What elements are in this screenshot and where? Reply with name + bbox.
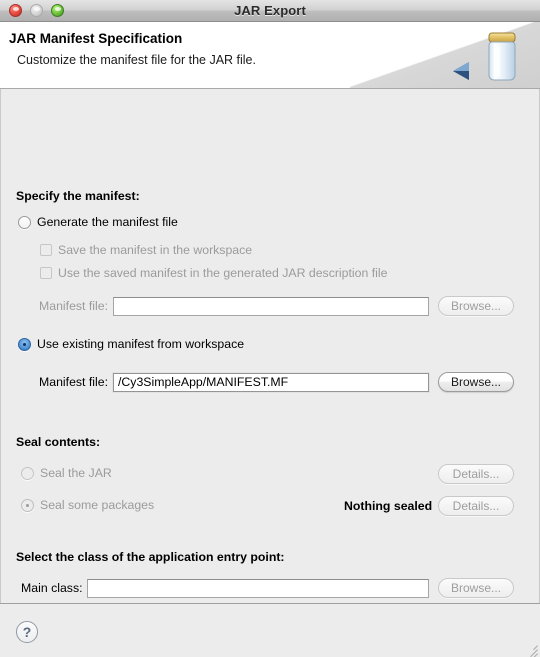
seal-jar-details-button: Details...	[438, 464, 514, 484]
entry-point-group-label-text: Select the class of the application entr…	[16, 550, 285, 564]
checkbox-save-manifest-box	[40, 244, 52, 256]
radio-generate-manifest-label: Generate the manifest file	[37, 215, 178, 229]
window-titlebar: JAR Export	[0, 0, 540, 22]
page-subtitle: Customize the manifest file for the JAR …	[17, 53, 256, 67]
existing-manifest-file-label: Manifest file:	[39, 375, 109, 389]
window-title: JAR Export	[234, 3, 306, 18]
seal-group-label-text: Seal contents:	[16, 435, 101, 449]
generated-manifest-browse-button: Browse...	[438, 296, 514, 316]
seal-packages-details-button: Details...	[438, 496, 514, 516]
radio-use-existing-manifest[interactable]: Use existing manifest from workspace	[18, 337, 244, 351]
generated-manifest-file-row: Manifest file: Browse...	[39, 296, 529, 316]
resize-grip-icon[interactable]	[524, 641, 538, 657]
main-class-input	[87, 578, 429, 598]
checkbox-save-manifest: Save the manifest in the workspace	[40, 243, 252, 257]
seal-status: Nothing sealed	[344, 499, 432, 513]
entry-point-group-label: Select the class of the application entr…	[16, 550, 285, 564]
checkbox-use-saved-manifest-box	[40, 267, 52, 279]
seal-status-text: Nothing sealed	[344, 499, 433, 513]
radio-seal-some-packages: Seal some packages	[21, 498, 154, 512]
jar-export-dialog: JAR Export JAR Manifest Specification Cu…	[0, 0, 540, 657]
main-class-row: Main class: Browse...	[21, 578, 521, 598]
existing-manifest-file-row: Manifest file: Browse...	[39, 372, 529, 392]
jar-icon	[488, 32, 516, 81]
page-title: JAR Manifest Specification	[9, 31, 183, 46]
seal-group-label: Seal contents:	[16, 435, 100, 449]
manifest-group-label: Specify the manifest:	[16, 189, 140, 203]
dialog-footer: ? < Back Next > Cancel Finish	[0, 603, 540, 657]
help-button[interactable]: ?	[16, 621, 38, 643]
radio-seal-jar-label: Seal the JAR	[40, 466, 112, 480]
radio-generate-manifest-indicator[interactable]	[18, 215, 31, 229]
radio-seal-jar: Seal the JAR	[21, 466, 112, 480]
checkbox-use-saved-manifest-label: Use the saved manifest in the generated …	[58, 266, 388, 280]
existing-manifest-browse-button[interactable]: Browse...	[438, 372, 514, 392]
main-class-browse-button: Browse...	[438, 578, 514, 598]
radio-use-existing-manifest-indicator[interactable]	[18, 337, 31, 351]
existing-manifest-file-input[interactable]	[113, 372, 429, 392]
radio-seal-jar-indicator	[21, 466, 34, 480]
generated-manifest-file-input	[113, 296, 429, 316]
dialog-content: Specify the manifest: Generate the manif…	[0, 89, 540, 603]
main-class-label: Main class:	[21, 581, 83, 595]
manifest-group-label-text: Specify the manifest:	[16, 189, 140, 203]
checkbox-use-saved-manifest: Use the saved manifest in the generated …	[40, 266, 387, 280]
checkbox-save-manifest-label: Save the manifest in the workspace	[58, 243, 253, 257]
radio-seal-some-packages-label: Seal some packages	[40, 498, 155, 512]
radio-generate-manifest[interactable]: Generate the manifest file	[18, 215, 178, 229]
wizard-header: JAR Manifest Specification Customize the…	[0, 22, 540, 89]
export-arrow-icon	[453, 62, 469, 80]
radio-use-existing-manifest-label: Use existing manifest from workspace	[37, 337, 245, 351]
generated-manifest-file-label: Manifest file:	[39, 299, 109, 313]
radio-seal-some-packages-indicator	[21, 498, 34, 512]
